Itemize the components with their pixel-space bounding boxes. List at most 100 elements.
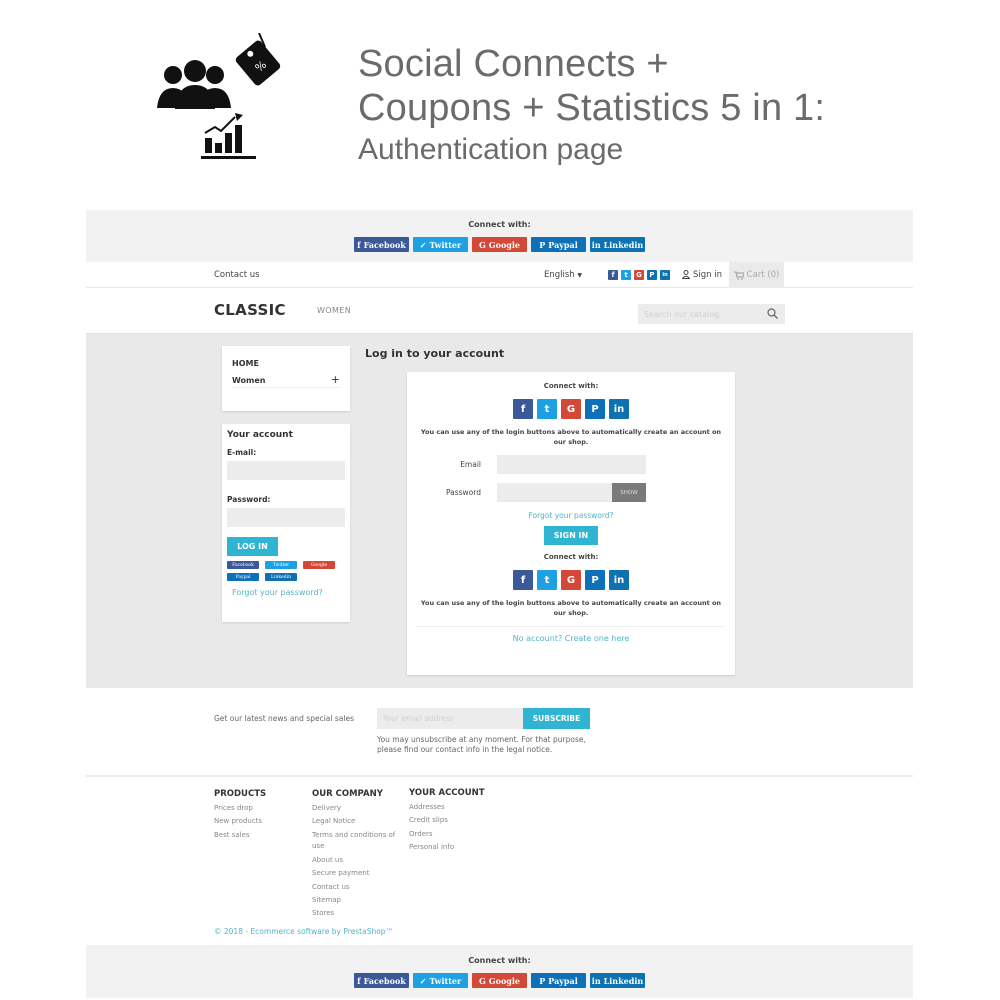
facebook-button[interactable]: Facebook xyxy=(227,561,259,569)
users-group-icon xyxy=(157,60,231,109)
newsletter-email-input[interactable]: Your email address xyxy=(377,708,523,729)
linkedin-button[interactable]: in Linkedin xyxy=(590,973,645,988)
paypal-button[interactable]: P Paypal xyxy=(531,973,586,988)
log-in-button[interactable]: LOG IN xyxy=(227,537,278,556)
paypal-icon[interactable]: P xyxy=(585,570,605,590)
sign-in-button[interactable]: SIGN IN xyxy=(544,526,598,545)
linkedin-icon[interactable]: in xyxy=(660,269,670,280)
email-field[interactable] xyxy=(497,455,646,474)
footer-link[interactable]: Legal Notice xyxy=(312,815,402,828)
paypal-icon[interactable]: P xyxy=(647,269,657,280)
top-nav: Contact us English ▼ f t G P in Sign in … xyxy=(86,262,913,288)
show-password-button[interactable]: SHOW xyxy=(612,483,646,502)
twitter-icon[interactable]: t xyxy=(537,570,557,590)
google-button[interactable]: Google xyxy=(303,561,335,569)
password-row: Password SHOW xyxy=(407,483,735,503)
twitter-icon[interactable]: t xyxy=(537,399,557,419)
connect-label-2: Connect with: xyxy=(543,553,599,561)
sidebar-email-field[interactable] xyxy=(227,461,345,480)
connect-label: Connect with: xyxy=(468,220,531,229)
page-title: Log in to your account xyxy=(365,347,505,360)
google-icon[interactable]: G xyxy=(634,269,644,280)
forgot-password-link[interactable]: Forgot your password? xyxy=(227,588,345,597)
copyright-link[interactable]: © 2018 - Ecommerce software by PrestaSho… xyxy=(214,927,393,936)
user-icon xyxy=(682,270,690,279)
google-icon[interactable]: G xyxy=(561,399,581,419)
caret-down-icon: ▼ xyxy=(577,271,583,279)
facebook-icon[interactable]: f xyxy=(513,399,533,419)
google-button[interactable]: G Google xyxy=(472,237,527,252)
twitter-button[interactable]: ✓ Twitter xyxy=(413,973,468,988)
footer-link[interactable]: Stores xyxy=(312,907,402,920)
email-row: Email xyxy=(407,455,735,475)
footer-link[interactable]: Terms and conditions of use xyxy=(312,830,402,852)
hero-title: Social Connects + Coupons + Statistics 5… xyxy=(358,42,825,172)
mini-social-icons: f t G P in xyxy=(608,269,670,280)
footer-link[interactable]: Contact us xyxy=(312,881,402,894)
footer-link[interactable]: Best sales xyxy=(214,829,266,842)
linkedin-icon[interactable]: in xyxy=(609,570,629,590)
facebook-icon[interactable]: f xyxy=(513,570,533,590)
footer-link[interactable]: Orders xyxy=(409,828,485,841)
subscribe-button[interactable]: SUBSCRIBE xyxy=(523,708,590,729)
footer-link[interactable]: About us xyxy=(312,854,402,867)
linkedin-button[interactable]: Linkedin xyxy=(265,573,297,581)
social-square-buttons: f t G P in xyxy=(407,399,735,419)
facebook-button[interactable]: f Facebook xyxy=(354,237,409,252)
hero-subtitle: Authentication page xyxy=(358,133,624,166)
footer-link[interactable]: New products xyxy=(214,815,266,828)
google-button[interactable]: G Google xyxy=(472,973,527,988)
language-selector[interactable]: English ▼ xyxy=(544,270,582,280)
facebook-icon: f xyxy=(357,239,361,250)
footer-link[interactable]: Credit slips xyxy=(409,814,485,827)
login-form: Connect with: f t G P in You can use any… xyxy=(407,372,735,675)
social-square-buttons-2: f t G P in xyxy=(407,570,735,590)
footer-link[interactable]: Sitemap xyxy=(312,894,402,907)
expand-icon[interactable]: + xyxy=(331,374,340,385)
password-label: Password xyxy=(445,488,481,497)
cart-button[interactable]: Cart (0) xyxy=(729,262,784,288)
footer-link[interactable]: Addresses xyxy=(409,801,485,814)
paypal-icon: P xyxy=(539,975,546,986)
twitter-icon: ✓ xyxy=(419,239,427,250)
linkedin-icon[interactable]: in xyxy=(609,399,629,419)
newsletter-text: Get our latest news and special sales xyxy=(214,714,354,723)
growth-chart-icon xyxy=(201,113,256,159)
menu-item-women[interactable]: WOMEN xyxy=(317,306,351,315)
divider xyxy=(417,626,725,627)
category-women[interactable]: Women + xyxy=(232,374,340,388)
footer-link[interactable]: Prices drop xyxy=(214,802,266,815)
facebook-button[interactable]: f Facebook xyxy=(354,973,409,988)
discount-tag-icon: % xyxy=(235,40,281,86)
cart-icon xyxy=(733,270,744,280)
category-home[interactable]: HOME xyxy=(232,359,340,368)
paypal-button[interactable]: P Paypal xyxy=(531,237,586,252)
paypal-icon[interactable]: P xyxy=(585,399,605,419)
twitter-icon[interactable]: t xyxy=(621,269,631,280)
footer-link[interactable]: Delivery xyxy=(312,802,402,815)
sidebar-password-field[interactable] xyxy=(227,508,345,527)
shop-preview: Connect with: f Facebook ✓ Twitter G Google… xyxy=(86,210,913,1000)
create-account-link[interactable]: No account? Create one here xyxy=(407,634,735,643)
search-input[interactable]: Search our catalog xyxy=(638,304,785,324)
twitter-button[interactable]: ✓ Twitter xyxy=(413,237,468,252)
forgot-password-link[interactable]: Forgot your password? xyxy=(407,511,735,520)
facebook-icon[interactable]: f xyxy=(608,269,618,280)
paypal-button[interactable]: Paypal xyxy=(227,573,259,581)
footer-link[interactable]: Secure payment xyxy=(312,867,402,880)
contact-us-link[interactable]: Contact us xyxy=(214,270,260,280)
shop-logo[interactable]: CLASSIC xyxy=(214,301,286,319)
linkedin-button[interactable]: in Linkedin xyxy=(590,237,645,252)
footer-link[interactable]: Personal info xyxy=(409,841,485,854)
footer-column-products: PRODUCTS Prices drop New products Best s… xyxy=(214,789,266,842)
twitter-icon: ✓ xyxy=(419,975,427,986)
bottom-connect-bar: Connect with: f Facebook ✓ Twitter G Google… xyxy=(86,945,913,998)
sign-in-link[interactable]: Sign in xyxy=(682,270,722,280)
google-icon[interactable]: G xyxy=(561,570,581,590)
category-tree: HOME Women + xyxy=(222,346,350,411)
newsletter-block: Get our latest news and special sales Yo… xyxy=(86,688,913,777)
twitter-button[interactable]: Twitter xyxy=(265,561,297,569)
search-icon[interactable] xyxy=(767,308,778,319)
paypal-icon: P xyxy=(539,239,546,250)
hero-title-line1: Social Connects + xyxy=(358,43,669,85)
